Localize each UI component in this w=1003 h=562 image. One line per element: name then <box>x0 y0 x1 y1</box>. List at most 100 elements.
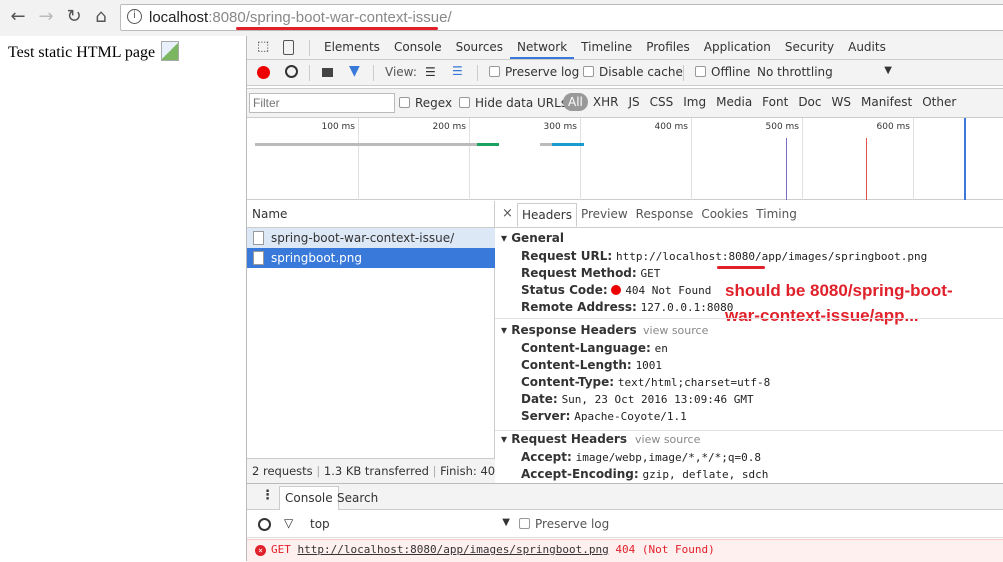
filter-type-media[interactable]: Media <box>711 93 757 111</box>
filter-type-img[interactable]: Img <box>678 93 711 111</box>
request-name: spring-boot-war-context-issue/ <box>271 231 455 245</box>
reload-icon[interactable]: ↻ <box>62 6 86 27</box>
tab-console[interactable]: Console <box>387 37 449 59</box>
tab-security[interactable]: Security <box>778 37 841 59</box>
page-text: Test static HTML page <box>8 44 156 61</box>
disable-cache-checkbox[interactable]: Disable cache <box>583 65 683 79</box>
timeline-gridline <box>469 118 470 200</box>
request-details: × Headers Preview Response Cookies Timing ▾ … <box>495 201 1003 483</box>
hide-data-urls-checkbox[interactable]: Hide data URLs <box>459 96 567 110</box>
tab-search[interactable]: Search <box>337 486 378 510</box>
details-tabbar: × Headers Preview Response Cookies Timing <box>495 201 1003 228</box>
tab-headers[interactable]: Headers <box>517 203 577 227</box>
regex-checkbox[interactable]: Regex <box>399 96 452 110</box>
header-value: en <box>654 342 668 355</box>
filter-icon[interactable]: ▽ <box>284 516 293 530</box>
timeline-bar <box>552 143 584 146</box>
timeline-tick: 600 ms <box>876 122 911 132</box>
tab-sources[interactable]: Sources <box>449 37 510 59</box>
filter-type-ws[interactable]: WS <box>827 93 856 111</box>
request-method-row: Request Method: GET <box>521 266 661 280</box>
record-icon[interactable] <box>257 66 270 79</box>
tab-network[interactable]: Network <box>510 37 575 59</box>
context-select[interactable]: top ▼ <box>310 517 510 531</box>
console-preserve-log-checkbox[interactable]: Preserve log <box>519 517 609 531</box>
throttling-select[interactable]: No throttling ▼ <box>757 65 892 79</box>
devtools-tabbar: ⬚ Elements Console Sources Network Timeline P… <box>247 36 1003 60</box>
clear-console-icon[interactable] <box>258 518 271 531</box>
tab-audits[interactable]: Audits <box>841 37 893 59</box>
header-row: Server: Apache-Coyote/1.1 <box>521 409 687 423</box>
timeline-gridline <box>580 118 581 200</box>
header-name: Accept: <box>521 450 572 464</box>
general-section-header[interactable]: ▾ General <box>501 231 564 245</box>
filter-icon[interactable]: ▼ <box>349 63 360 79</box>
forward-icon[interactable]: → <box>34 6 58 27</box>
request-row-selected[interactable]: springboot.png <box>247 248 495 268</box>
header-name: Accept-Encoding: <box>521 467 639 481</box>
timeline-overview[interactable]: 100 ms200 ms300 ms400 ms500 ms600 ms700 <box>247 118 1003 200</box>
header-row: Content-Length: 1001 <box>521 358 662 372</box>
view-source-link[interactable]: view source <box>635 433 700 446</box>
device-toolbar-icon[interactable] <box>283 40 294 55</box>
network-toolbar: ▼ View: ☰ ☰ Preserve log Disable cache O… <box>247 60 1003 86</box>
overview-icon[interactable]: ☰ <box>452 64 463 78</box>
tab-elements[interactable]: Elements <box>317 37 387 59</box>
view-source-link[interactable]: view source <box>643 324 708 337</box>
timeline-gridline <box>802 118 803 200</box>
view-label: View: <box>385 65 417 79</box>
filter-type-xhr[interactable]: XHR <box>588 93 624 111</box>
request-headers-section[interactable]: ▾ Request Headers <box>501 432 627 446</box>
error-url-link[interactable]: http://localhost:8080/app/images/springb… <box>298 543 609 556</box>
tab-timeline[interactable]: Timeline <box>574 37 639 59</box>
tab-cookies[interactable]: Cookies <box>697 203 752 227</box>
url-text: localhost:8080/spring-boot-war-context-i… <box>149 9 452 26</box>
tab-application[interactable]: Application <box>697 37 778 59</box>
console-error-message: × GET http://localhost:8080/app/images/s… <box>247 539 1003 562</box>
preserve-log-checkbox[interactable]: Preserve log <box>489 65 579 79</box>
close-icon[interactable]: × <box>502 206 513 221</box>
more-icon[interactable]: ⋮ <box>261 488 274 503</box>
timeline-gridline <box>358 118 359 200</box>
header-value: text/html;charset=utf-8 <box>617 376 771 389</box>
filter-type-doc[interactable]: Doc <box>793 93 826 111</box>
header-row: Content-Type: text/html;charset=utf-8 <box>521 375 770 389</box>
header-name: Content-Language: <box>521 341 651 355</box>
request-list: Name spring-boot-war-context-issue/ spri… <box>247 201 495 483</box>
tab-console[interactable]: Console <box>279 486 339 510</box>
name-column-header[interactable]: Name <box>252 207 287 221</box>
header-value: 1001 <box>635 359 663 372</box>
filter-type-css[interactable]: CSS <box>645 93 679 111</box>
filter-type-font[interactable]: Font <box>757 93 793 111</box>
filter-input[interactable] <box>249 93 395 113</box>
filter-type-all[interactable]: All <box>563 93 588 111</box>
clear-icon[interactable] <box>285 65 298 78</box>
tab-response[interactable]: Response <box>632 203 698 227</box>
filter-type-other[interactable]: Other <box>917 93 961 111</box>
screenshot-icon[interactable] <box>322 68 333 77</box>
header-row: Accept: image/webp,image/*,*/*;q=0.8 <box>521 450 761 464</box>
request-row[interactable]: spring-boot-war-context-issue/ <box>247 228 495 248</box>
tab-preview[interactable]: Preview <box>577 203 632 227</box>
tab-profiles[interactable]: Profiles <box>639 37 697 59</box>
tab-timing[interactable]: Timing <box>752 203 801 227</box>
error-icon: × <box>255 545 266 556</box>
back-icon[interactable]: ← <box>6 6 30 27</box>
response-headers-section[interactable]: ▾ Response Headers <box>501 323 637 337</box>
broken-image-icon <box>161 41 179 61</box>
drawer-tabbar: ⋮ Console Search <box>247 484 1003 510</box>
filter-type-manifest[interactable]: Manifest <box>856 93 917 111</box>
timeline-bar <box>540 143 552 146</box>
filter-type-js[interactable]: JS <box>623 93 644 111</box>
timeline-marker <box>964 118 966 200</box>
offline-checkbox[interactable]: Offline <box>695 65 750 79</box>
timeline-tick: 400 ms <box>654 122 689 132</box>
timeline-bar <box>255 143 485 146</box>
info-icon[interactable]: i <box>127 9 142 24</box>
large-rows-icon[interactable]: ☰ <box>425 65 436 79</box>
inspect-icon[interactable]: ⬚ <box>257 39 269 54</box>
home-icon[interactable]: ⌂ <box>89 6 113 27</box>
timeline-tick: 100 ms <box>321 122 356 132</box>
devtools-panel: ⬚ Elements Console Sources Network Timeline P… <box>246 36 1003 562</box>
annotation-underline <box>236 27 438 30</box>
